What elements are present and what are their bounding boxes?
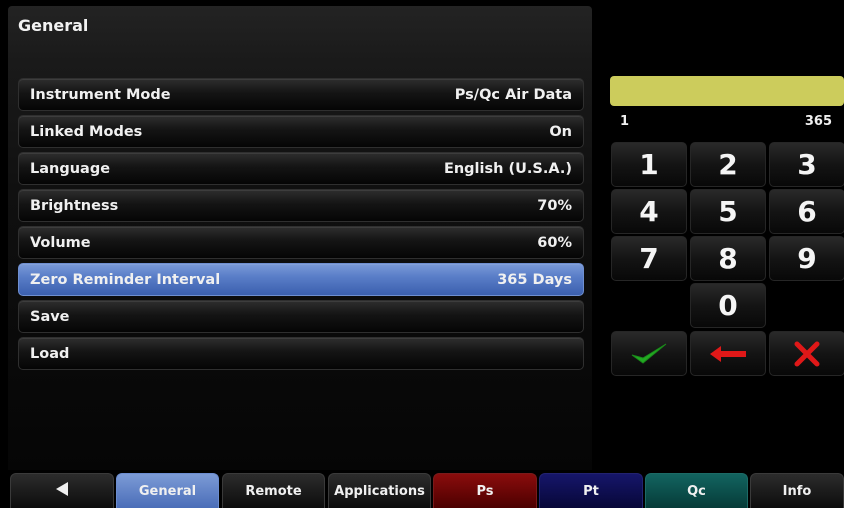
back-triangle-icon: [55, 481, 69, 501]
key-2[interactable]: 2: [690, 142, 766, 187]
setting-value: On: [549, 124, 572, 140]
setting-row-language[interactable]: Language English (U.S.A.): [18, 152, 584, 185]
setting-row-instrument-mode[interactable]: Instrument Mode Ps/Qc Air Data: [18, 78, 584, 111]
left-arrow-icon: [708, 345, 748, 363]
setting-row-brightness[interactable]: Brightness 70%: [18, 189, 584, 222]
backspace-button[interactable]: [690, 331, 766, 376]
key-8[interactable]: 8: [690, 236, 766, 281]
accept-button[interactable]: [611, 331, 687, 376]
setting-label: Linked Modes: [30, 124, 143, 140]
key-7[interactable]: 7: [611, 236, 687, 281]
setting-row-linked-modes[interactable]: Linked Modes On: [18, 115, 584, 148]
checkmark-icon: [629, 341, 669, 367]
key-5[interactable]: 5: [690, 189, 766, 234]
range-min-label: 1: [620, 114, 630, 129]
setting-label: Brightness: [30, 198, 119, 214]
key-6[interactable]: 6: [769, 189, 844, 234]
setting-value: 70%: [537, 198, 572, 214]
x-icon: [794, 341, 820, 367]
setting-label: Volume: [30, 235, 91, 251]
tab-remote[interactable]: Remote: [222, 473, 325, 508]
tab-qc[interactable]: Qc: [645, 473, 748, 508]
key-1[interactable]: 1: [611, 142, 687, 187]
range-max-label: 365: [804, 114, 832, 129]
tab-pt[interactable]: Pt: [539, 473, 643, 508]
key-9[interactable]: 9: [769, 236, 844, 281]
setting-row-volume[interactable]: Volume 60%: [18, 226, 584, 259]
tab-ps[interactable]: Ps: [433, 473, 537, 508]
setting-label: Save: [30, 309, 70, 325]
setting-label: Language: [30, 161, 111, 177]
tab-info[interactable]: Info: [750, 473, 844, 508]
key-0[interactable]: 0: [690, 283, 766, 328]
setting-value: Ps/Qc Air Data: [454, 87, 572, 103]
back-button[interactable]: [10, 473, 114, 508]
tab-general[interactable]: General: [116, 473, 219, 508]
setting-row-load[interactable]: Load: [18, 337, 584, 370]
setting-row-zero-reminder-interval[interactable]: Zero Reminder Interval 365 Days: [18, 263, 584, 296]
setting-label: Zero Reminder Interval: [30, 272, 221, 288]
cancel-button[interactable]: [769, 331, 844, 376]
setting-row-save[interactable]: Save: [18, 300, 584, 333]
setting-value: 60%: [537, 235, 572, 251]
setting-value: English (U.S.A.): [443, 161, 572, 177]
setting-value: 365 Days: [497, 272, 572, 288]
setting-label: Load: [30, 346, 70, 362]
key-3[interactable]: 3: [769, 142, 844, 187]
key-4[interactable]: 4: [611, 189, 687, 234]
settings-panel: General Instrument Mode Ps/Qc Air Data L…: [8, 6, 592, 470]
setting-label: Instrument Mode: [30, 87, 171, 103]
page-title: General: [18, 16, 89, 35]
numeric-input-display[interactable]: [610, 76, 844, 106]
tab-applications[interactable]: Applications: [328, 473, 431, 508]
